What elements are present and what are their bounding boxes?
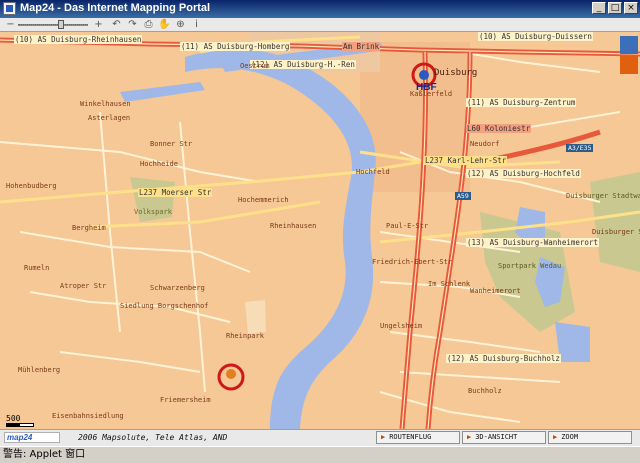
place-label: Rheinhausen: [270, 222, 317, 230]
pan-hand-icon[interactable]: ✋: [158, 19, 171, 30]
zoom-button[interactable]: ▶ ZOOM: [548, 431, 632, 444]
road-shield: A3/E35: [566, 144, 594, 152]
district-label: (12) AS Duisburg-Buchholz: [446, 354, 561, 363]
button-label: 3D-ANSICHT: [475, 433, 518, 441]
map24-logo: map24: [4, 432, 60, 443]
place-label: Mühlenberg: [18, 366, 61, 374]
place-label: Winkelhausen: [80, 100, 131, 108]
district-label: (11) AS Duisburg-Zentrum: [466, 98, 577, 107]
road-label: Paul-E-Str: [386, 222, 429, 230]
button-label: ROUTENFLUG: [389, 433, 432, 441]
place-label: Eisenbahnsiedlung: [52, 412, 124, 420]
industrial-block: [245, 300, 266, 334]
road-label: Atroper Str: [60, 282, 107, 290]
place-label: Wanheimerort: [470, 287, 521, 295]
road-label: Friedrich-Ebert-Str: [372, 258, 453, 266]
routenflug-button[interactable]: ▶ ROUTENFLUG: [376, 431, 460, 444]
road-label: L237 Moerser Str: [138, 188, 213, 197]
road-label: Am Brink: [342, 42, 381, 51]
place-label: Kaßlerfeld: [410, 90, 453, 98]
place-label: Asterlagen: [88, 114, 131, 122]
place-label: Ungelsheim: [380, 322, 423, 330]
applet-status-bar: 警告: Applet 窗口: [0, 446, 640, 463]
place-label: Buchholz: [468, 387, 502, 395]
overview-tile-orange[interactable]: [620, 56, 638, 74]
zoom-slider-thumb[interactable]: [58, 20, 65, 29]
minimize-button[interactable]: _: [592, 2, 606, 14]
arrow-right-icon: ▶: [467, 433, 472, 441]
app-icon: [3, 2, 16, 15]
print-icon[interactable]: ⎙: [142, 19, 155, 30]
road-label: L60 Koloniestr: [466, 124, 532, 133]
place-label: Hochheide: [140, 160, 178, 168]
arrow-right-icon: ▶: [381, 433, 386, 441]
map-footer: map24 2006 Mapsolute, Tele Atlas, AND ▶ R…: [0, 429, 640, 446]
place-label: Hohenbudberg: [6, 182, 57, 190]
forward-icon[interactable]: ↷: [126, 19, 139, 30]
button-label: ZOOM: [561, 433, 579, 441]
zoom-box-icon[interactable]: ⊕: [174, 19, 187, 30]
zoom-out-button[interactable]: −: [4, 19, 17, 30]
zoom-slider[interactable]: [18, 24, 88, 26]
district-label: (11) AS Duisburg-Homberg: [180, 42, 291, 51]
place-label: Duisburger Stadtwald: [566, 192, 640, 200]
start-marker-dot: [226, 369, 236, 379]
district-label: (13) AS Duisburg-Wanheimerort: [466, 238, 599, 247]
info-icon[interactable]: i: [190, 19, 203, 30]
scale-bar-graphic: [6, 423, 34, 427]
place-label: Neudorf: [470, 140, 500, 148]
map-canvas[interactable]: (10) AS Duisburg-Rheinhausen (11) AS Dui…: [0, 32, 640, 429]
place-label: Duisburg: [434, 68, 478, 78]
place-label: Rumeln: [24, 264, 50, 272]
map-overview-control[interactable]: [612, 32, 640, 82]
copyright-text: 2006 Mapsolute, Tele Atlas, AND: [78, 433, 228, 442]
place-label: Hochfeld: [356, 168, 390, 176]
map-toolbar: − + ↶ ↷ ⎙ ✋ ⊕ i: [0, 18, 640, 32]
place-label: Siedlung Borgschenhof: [120, 302, 209, 310]
place-label: Bergheim: [72, 224, 106, 232]
place-label: Schwarzenberg: [150, 284, 205, 292]
window-controls: _ □ ×: [592, 2, 638, 14]
maximize-button[interactable]: □: [608, 2, 622, 14]
scale-label: 500: [6, 414, 21, 423]
arrow-right-icon: ▶: [553, 433, 558, 441]
back-icon[interactable]: ↶: [110, 19, 123, 30]
zoom-in-button[interactable]: +: [92, 19, 105, 30]
window-titlebar: Map24 - Das Internet Mapping Portal _ □ …: [0, 0, 640, 18]
window-title: Map24 - Das Internet Mapping Portal: [20, 2, 211, 14]
road-label: L237 Karl-Lehr-Str: [424, 156, 508, 165]
overview-tile-blue[interactable]: [620, 36, 638, 54]
scale-bar: 500: [6, 414, 34, 427]
place-label: Oestrum: [240, 62, 270, 70]
road-label: Rheinpark: [226, 332, 264, 340]
hbf-marker-dot: [419, 70, 429, 80]
place-label: Volkspark: [134, 208, 172, 216]
3d-ansicht-button[interactable]: ▶ 3D-ANSICHT: [462, 431, 546, 444]
road-label: Duisburger Str: [592, 228, 640, 236]
district-label: (12) AS Duisburg-Hochfeld: [466, 169, 581, 178]
place-label: Im Schlenk: [428, 280, 471, 288]
road-shield: A59: [455, 192, 471, 200]
close-button[interactable]: ×: [624, 2, 638, 14]
place-label: Sportpark Wedau: [498, 262, 562, 270]
road-label: Bonner Str: [150, 140, 193, 148]
place-label: Friemersheim: [160, 396, 211, 404]
place-label: Hochemmerich: [238, 196, 289, 204]
district-label: (10) AS Duisburg-Rheinhausen: [14, 35, 143, 44]
district-label: (10) AS Duisburg-Duissern: [478, 32, 593, 41]
